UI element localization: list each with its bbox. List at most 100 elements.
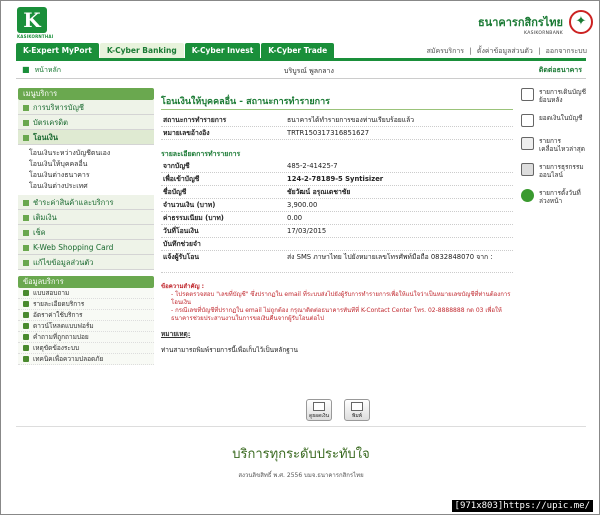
logo-letter: K [17, 7, 47, 33]
detail-row: ค่าธรรมเนียม (บาท) 0.00 [161, 212, 513, 225]
home-icon: ■ [22, 65, 30, 74]
shortcut-balance[interactable]: ยอดเงินในบัญชี [521, 114, 591, 127]
sidebar-item-account[interactable]: การบริหารบัญชี [18, 100, 154, 115]
action-buttons: ดูยอดเงิน พิมพ์ [306, 399, 382, 421]
copyright: สงวนลิขสิทธิ์ พ.ศ. 2556 บมจ.ธนาคารกสิกรไ… [238, 472, 364, 479]
bullet-icon [23, 245, 29, 251]
field-label: สถานะการทำรายการ [163, 116, 227, 124]
field-label: หมายเลขอ้างอิง [163, 129, 210, 137]
shortcut-scheduled[interactable]: รายการตั้งวันที่ล่วงหน้า [521, 189, 591, 205]
detail-row: เพื่อเข้าบัญชี 124-2-78189-5 Syntisizer [161, 173, 513, 186]
sidebar-item-label: การบริหารบัญชี [33, 103, 84, 112]
watermark: [971x803]https://upic.me/ [451, 500, 593, 512]
bullet-icon [23, 105, 29, 111]
shortcut-online[interactable]: รายการธุรกรรมออนไลน์ [521, 163, 591, 179]
submenu-international[interactable]: โอนเงินต่างประเทศ [29, 181, 154, 192]
kbank-logo[interactable]: K KASIKORNTHAI [17, 7, 57, 43]
footer-slogan: บริการทุกระดับประทับใจ [232, 447, 370, 462]
bullet-icon [23, 215, 29, 221]
sidebar-item-label: K-Web Shopping Card [33, 243, 114, 252]
tab-k-cyber-banking[interactable]: K-Cyber Banking [99, 43, 184, 58]
question-icon [23, 334, 29, 340]
info-download-forms[interactable]: ดาวน์โหลดแบบฟอร์ม [18, 321, 154, 332]
detail-row: ชื่อบัญชี ชัยวัฒน์ อรุณเดชาชัย [161, 186, 513, 199]
note-heading: ข้อความสำคัญ : [161, 283, 205, 290]
transfer-submenu: โอนเงินระหว่างบัญชีตนเอง โอนเงินให้บุคคล… [18, 145, 154, 195]
detail-row: จำนวนเงิน (บาท) 3,900.00 [161, 199, 513, 212]
detail-row: บันทึกช่วยจำ [161, 238, 513, 251]
logout-link[interactable]: ออกจากระบบ [546, 47, 587, 55]
main-content: โอนเงินให้บุคคลอื่น - สถานะการทำรายการ ส… [161, 88, 513, 355]
tab-k-expert-myport[interactable]: K-Expert MyPort [16, 43, 99, 58]
profile-settings-link[interactable]: ตั้งค่าข้อมูลส่วนตัว [477, 47, 533, 55]
separator: | [469, 47, 472, 55]
bullet-icon [23, 120, 29, 126]
info-service-detail[interactable]: รายละเอียดบริการ [18, 299, 154, 310]
header: K KASIKORNTHAI ธนาคารกสิกรไทย KASIKORNBA… [9, 7, 593, 43]
bullet-icon [23, 135, 29, 141]
bank-emblem-icon: ✦ [569, 10, 593, 34]
detail-section-title: รายละเอียดการทำรายการ [161, 150, 241, 158]
book-icon [521, 114, 534, 127]
sidebar-item-transfer[interactable]: โอนเงิน [18, 130, 154, 145]
reference-row: หมายเลขอ้างอิง TRTR150317316851627 [161, 127, 513, 140]
submenu-other-person[interactable]: โอนเงินให้บุคคลอื่น [29, 159, 154, 170]
top-links: สมัครบริการ | ตั้งค่าข้อมูลส่วนตัว | ออก… [424, 46, 587, 57]
info-list: แบบสอบถาม รายละเอียดบริการ อัตราค่าใช้บร… [18, 288, 154, 365]
list-icon [521, 137, 534, 150]
menu-title: เมนูบริการ [18, 88, 154, 100]
warning-icon [23, 345, 29, 351]
view-balance-button[interactable]: ดูยอดเงิน [306, 399, 332, 421]
info-survey[interactable]: แบบสอบถาม [18, 288, 154, 299]
product-tabs: K-Expert MyPort K-Cyber Banking K-Cyber … [16, 43, 335, 58]
clock-icon [521, 189, 534, 202]
user-name: บริบูรณ์ พูลกลาง [284, 67, 334, 75]
submenu-own-account[interactable]: โอนเงินระหว่างบัญชีตนเอง [29, 148, 154, 159]
status-row: สถานะการทำรายการ ธนาคารได้ทำรายการของท่า… [161, 114, 513, 127]
sidebar-item-label: เติมเงิน [33, 213, 57, 222]
remark-heading: หมายเหตุ: [161, 330, 191, 338]
field-value: ธนาคารได้ทำรายการของท่านเรียบร้อยแล้ว [287, 116, 415, 124]
remark: หมายเหตุ: ท่านสามารถพิมพ์รายการนี้เพื่อเ… [161, 329, 513, 355]
survey-icon [23, 290, 29, 296]
download-icon [23, 323, 29, 329]
print-button[interactable]: พิมพ์ [344, 399, 370, 421]
tab-k-cyber-trade[interactable]: K-Cyber Trade [261, 43, 335, 58]
sidebar-item-kweb-shopping[interactable]: K-Web Shopping Card [18, 240, 154, 255]
sidebar-item-label: แก้ไขข้อมูลส่วนตัว [33, 258, 94, 267]
sidebar-item-credit-card[interactable]: บัตรเครดิต [18, 115, 154, 130]
bullet-icon [23, 230, 29, 236]
sidebar-item-profile[interactable]: แก้ไขข้อมูลส่วนตัว [18, 255, 154, 270]
bank-name-en: KASIKORNBANK [524, 31, 563, 36]
sidebar-item-cheque[interactable]: เช็ค [18, 225, 154, 240]
balance-icon [313, 402, 325, 411]
breadcrumb[interactable]: ■ หน้าหลัก [22, 65, 61, 76]
submenu-other-bank[interactable]: โอนเงินต่างธนาคาร [29, 170, 154, 181]
info-fees[interactable]: อัตราค่าใช้บริการ [18, 310, 154, 321]
note-line: - โปรดตรวจสอบ "เลขที่บัญชี" ซึ่งปรากฏใน … [171, 291, 511, 306]
sidebar-item-label: บัตรเครดิต [33, 118, 69, 127]
star-icon [23, 301, 29, 307]
footer: บริการทุกระดับประทับใจ สงวนลิขสิทธิ์ พ.ศ… [16, 426, 586, 480]
info-security-tips[interactable]: เทคนิคเพื่อความปลอดภัย [18, 354, 154, 365]
contact-bank-link[interactable]: ติดต่อธนาคาร [539, 65, 582, 76]
shortcut-statement[interactable]: รายการเดินบัญชีย้อนหลัง [521, 88, 591, 104]
logo-caption: KASIKORNTHAI [17, 34, 54, 39]
sidebar: เมนูบริการ การบริหารบัญชี บัตรเครดิต โอน… [18, 88, 154, 365]
fee-icon [23, 312, 29, 318]
sidebar-item-topup[interactable]: เติมเงิน [18, 210, 154, 225]
right-shortcuts: รายการเดินบัญชีย้อนหลัง ยอดเงินในบัญชี ร… [521, 88, 591, 215]
info-system-issue[interactable]: เหตุขัดข้องระบบ [18, 343, 154, 354]
page-frame: K KASIKORNTHAI ธนาคารกสิกรไทย KASIKORNBA… [0, 0, 600, 515]
sidebar-item-label: ชำระค่าสินค้าและบริการ [33, 198, 114, 207]
remark-text: ท่านสามารถพิมพ์รายการนี้เพื่อเก็บไว้เป็น… [161, 346, 298, 354]
shortcut-recent[interactable]: รายการเคลื่อนไหวล่าสุด [521, 137, 591, 153]
sidebar-item-payment[interactable]: ชำระค่าสินค้าและบริการ [18, 195, 154, 210]
info-title: ข้อมูลบริการ [18, 276, 154, 288]
breadcrumb-home[interactable]: หน้าหลัก [35, 66, 61, 74]
sidebar-item-label: เช็ค [33, 228, 46, 237]
info-faq[interactable]: คำถามที่ถูกถามบ่อย [18, 332, 154, 343]
tab-k-cyber-invest[interactable]: K-Cyber Invest [184, 43, 261, 58]
page-title: โอนเงินให้บุคคลอื่น - สถานะการทำรายการ [161, 94, 513, 110]
register-link[interactable]: สมัครบริการ [427, 47, 464, 55]
